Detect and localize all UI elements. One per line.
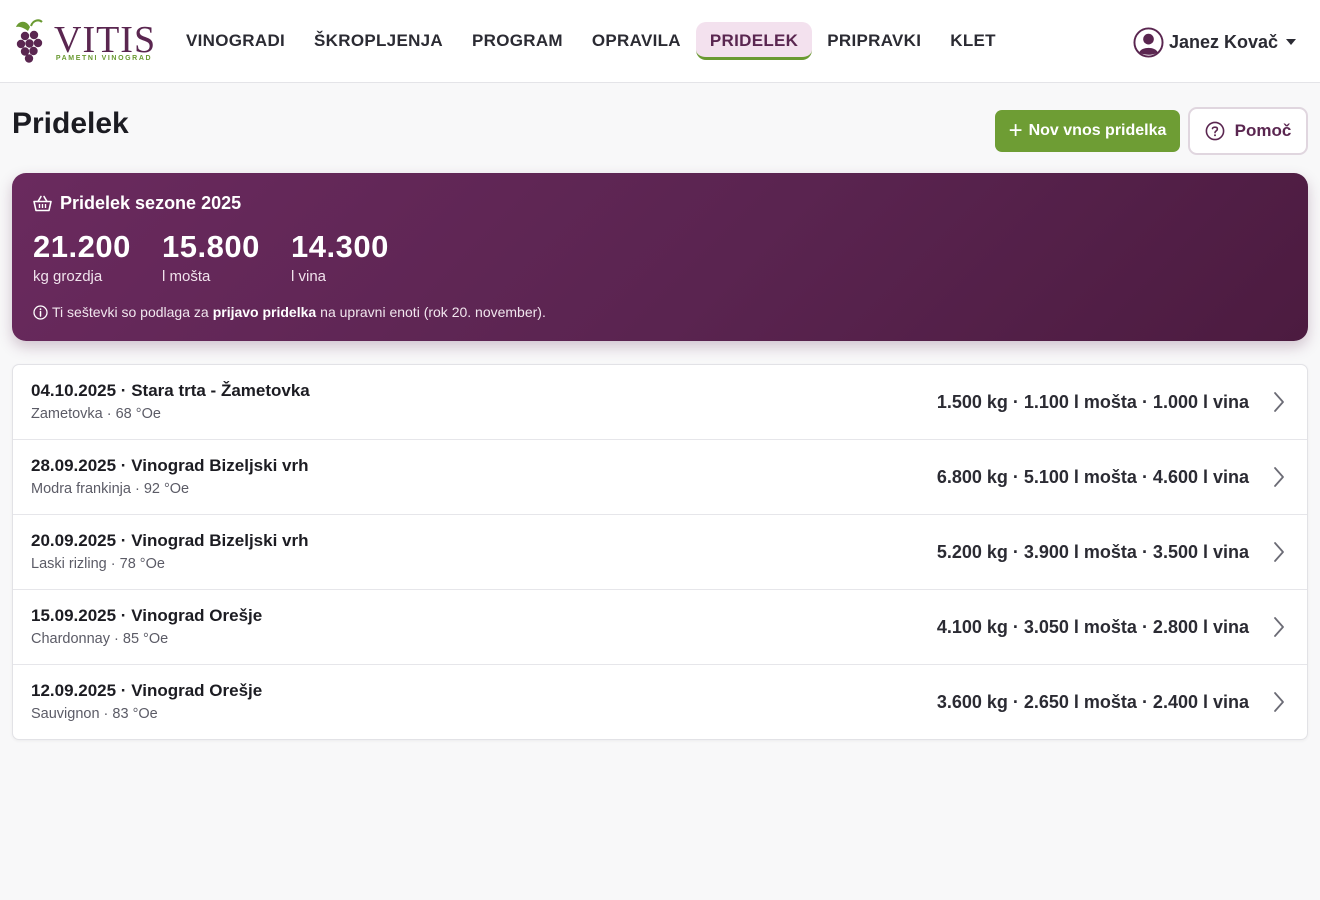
new-harvest-entry-button[interactable]: + Nov vnos pridelka [995, 110, 1180, 152]
chevron-right-icon [1274, 542, 1284, 562]
help-label: Pomoč [1234, 121, 1292, 140]
entry-title: 12.09.2025 · Vinograd Orešje [31, 681, 263, 700]
note-text-before: Ti seštevki so podlaga za [52, 304, 209, 320]
note-text-bold: prijavo pridelka [212, 304, 317, 320]
chevron-right-icon [1274, 617, 1284, 637]
season-summary-title: Pridelek sezone 2025 [60, 193, 242, 213]
chevron-right-icon [1274, 467, 1284, 487]
entry-quantities: 4.100 kg · 3.050 l mošta · 2.800 l vina [936, 617, 1249, 637]
list-item[interactable]: 20.09.2025 · Vinograd Bizeljski vrh Lask… [13, 515, 1307, 590]
entry-quantities: 5.200 kg · 3.900 l mošta · 3.500 l vina [936, 542, 1249, 562]
user-name: Janez Kovač [1168, 31, 1278, 52]
brand-tagline: PAMETNI VINOGRAD [55, 55, 153, 62]
user-menu[interactable]: Janez Kovač [1133, 24, 1296, 60]
page-title: Pridelek [12, 107, 129, 140]
info-icon [33, 304, 48, 320]
question-circle-icon [1205, 121, 1225, 141]
grape-logo-icon [16, 19, 43, 63]
plus-icon: + [1008, 117, 1023, 144]
season-info-note: Ti seštevki so podlaga za prijavo pridel… [33, 304, 546, 320]
stat-label: l vina [291, 268, 327, 285]
list-item[interactable]: 12.09.2025 · Vinograd Orešje Sauvignon ·… [13, 665, 1307, 739]
entry-subtitle: Laski rizling · 78 °Oe [31, 556, 165, 572]
main-nav: VINOGRADI ŠKROPLJENJA PROGRAM OPRAVILA P… [172, 22, 1011, 60]
stat-value: 14.300 [291, 229, 389, 264]
entry-quantities: 3.600 kg · 2.650 l mošta · 2.400 l vina [936, 692, 1249, 712]
entry-subtitle: Zametovka · 68 °Oe [31, 406, 161, 422]
nav-item-pripravki[interactable]: PRIPRAVKI [813, 22, 935, 60]
stat-must: 15.800 l mošta [162, 229, 260, 286]
stat-value: 15.800 [162, 229, 260, 264]
entry-subtitle: Modra frankinja · 92 °Oe [31, 481, 190, 497]
nav-item-opravila[interactable]: OPRAVILA [578, 22, 695, 60]
basket-icon [33, 195, 52, 212]
note-text-after: na upravni enoti (rok 20. november). [320, 304, 546, 320]
entry-title: 20.09.2025 · Vinograd Bizeljski vrh [31, 531, 309, 550]
nav-item-vinogradi[interactable]: VINOGRADI [172, 22, 299, 60]
chevron-right-icon [1274, 692, 1284, 712]
list-item[interactable]: 15.09.2025 · Vinograd Orešje Chardonnay … [13, 590, 1307, 665]
user-circle-icon [1133, 26, 1164, 58]
new-harvest-entry-label: Nov vnos pridelka [1028, 122, 1167, 139]
nav-item-pridelek[interactable]: PRIDELEK [695, 22, 813, 60]
chevron-right-icon [1274, 392, 1284, 412]
nav-item-klet[interactable]: KLET [936, 22, 1010, 60]
top-navbar: VITIS PAMETNI VINOGRAD VINOGRADI ŠKROPLJ… [0, 0, 1320, 83]
entry-title: 15.09.2025 · Vinograd Orešje [31, 606, 263, 625]
entry-quantities: 6.800 kg · 5.100 l mošta · 4.600 l vina [936, 467, 1249, 487]
entry-subtitle: Sauvignon · 83 °Oe [31, 706, 158, 722]
harvest-entries-list: 04.10.2025 · Stara trta - Žametovka Zame… [12, 364, 1308, 740]
chevron-down-icon [1286, 39, 1296, 45]
brand-name: VITIS [54, 19, 157, 61]
nav-item-program[interactable]: PROGRAM [458, 22, 577, 60]
stat-label: kg grozdja [33, 268, 103, 285]
entry-title: 04.10.2025 · Stara trta - Žametovka [31, 381, 310, 400]
entry-subtitle: Chardonnay · 85 °Oe [31, 631, 169, 647]
help-button[interactable]: Pomoč [1188, 107, 1308, 155]
list-item[interactable]: 04.10.2025 · Stara trta - Žametovka Zame… [13, 365, 1307, 440]
entry-title: 28.09.2025 · Vinograd Bizeljski vrh [31, 456, 309, 475]
stat-wine: 14.300 l vina [291, 229, 389, 286]
entry-quantities: 1.500 kg · 1.100 l mošta · 1.000 l vina [936, 392, 1249, 412]
stat-label: l mošta [162, 268, 211, 285]
nav-item-skropljenja[interactable]: ŠKROPLJENJA [300, 22, 457, 60]
stat-value: 21.200 [33, 229, 131, 264]
stat-grapes: 21.200 kg grozdja [33, 229, 131, 286]
season-summary-card: Pridelek sezone 2025 21.200 kg grozdja 1… [12, 173, 1308, 341]
season-summary-header: Pridelek sezone 2025 [33, 193, 241, 214]
vitis-logo[interactable]: VITIS PAMETNI VINOGRAD [14, 17, 159, 67]
list-item[interactable]: 28.09.2025 · Vinograd Bizeljski vrh Modr… [13, 440, 1307, 515]
